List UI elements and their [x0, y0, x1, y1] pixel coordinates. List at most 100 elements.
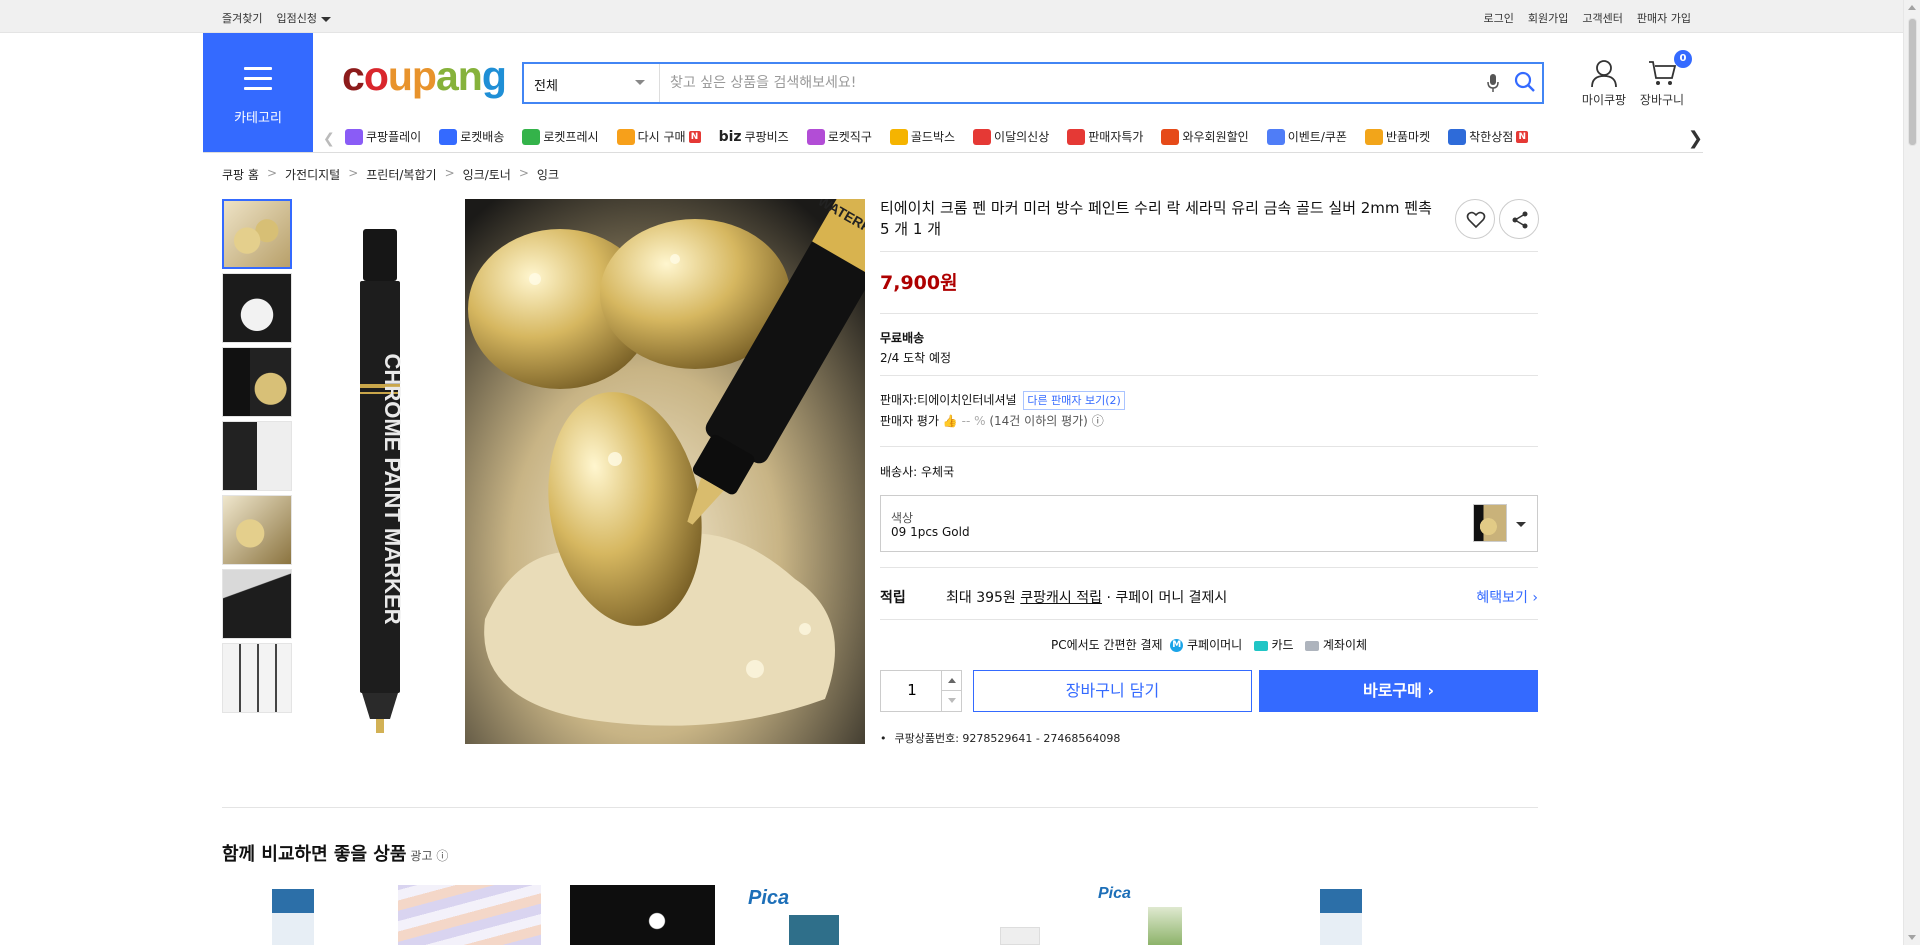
nav-prev-icon[interactable]: ❮ [323, 131, 335, 147]
option-thumbnail [1473, 504, 1507, 542]
nav-item[interactable]: 반품마켓 [1364, 128, 1431, 145]
seller-name[interactable]: 티에이치인터네셔널 [917, 393, 1016, 407]
breadcrumb-separator-icon: > [518, 166, 529, 180]
chevron-right-icon: › [1532, 590, 1538, 606]
logo-letter: u [387, 53, 413, 99]
product-main-image[interactable]: CHROME PAINT MARKER WATERPROOF [310, 199, 865, 744]
nav-item[interactable]: 판매자특가 [1067, 128, 1143, 145]
login-link[interactable]: 로그인 [1484, 10, 1514, 26]
nav-item[interactable]: 골드박스 [889, 128, 956, 145]
wishlist-button[interactable] [1455, 199, 1495, 239]
seller-apply-link[interactable]: 입점신청 [276, 10, 331, 26]
nav-item[interactable]: 로켓프레시 [522, 128, 599, 145]
scrollbar-thumb[interactable] [1908, 18, 1917, 146]
recommended-item[interactable] [570, 885, 715, 945]
thumbnail-6[interactable] [222, 569, 292, 639]
compare-section-title: 함께 비교하면 좋을 상품 광고 ⓘ [222, 840, 448, 866]
breadcrumb-item[interactable]: 가전디지털 [285, 166, 340, 183]
benefit-link[interactable]: 혜택보기 › [1476, 587, 1538, 607]
cart-label: 장바구니 [1639, 93, 1685, 107]
thumbnail-7[interactable] [222, 643, 292, 713]
thumbs-up-icon: 👍 [942, 414, 958, 428]
product-image [1000, 927, 1040, 945]
divider [880, 567, 1538, 568]
option-value: 09 1pcs Gold [891, 525, 970, 539]
category-label: 카테고리 [234, 111, 282, 126]
add-to-cart-button[interactable]: 장바구니 담기 [973, 670, 1252, 712]
thumbnail-4[interactable] [222, 421, 292, 491]
new-badge: N [688, 130, 701, 143]
nav-item[interactable]: 착한상점 N [1448, 128, 1529, 145]
benefit-label: 혜택보기 [1476, 590, 1528, 606]
nav-item-label: 골드박스 [910, 130, 956, 144]
new-icon [973, 128, 992, 145]
nav-item[interactable]: 로켓직구 [806, 128, 872, 145]
nav-item[interactable]: biz 쿠팡비즈 [719, 128, 789, 145]
reward-max: 최대 395원 [946, 590, 1016, 606]
breadcrumb-home[interactable]: 쿠팡 홈 [222, 166, 259, 183]
info-icon[interactable]: ⓘ [436, 849, 448, 863]
color-option-select[interactable]: 색상 09 1pcs Gold [880, 495, 1538, 552]
product-title: 티에이치 크롬 펜 마커 미러 방수 페인트 수리 락 세라믹 유리 금속 골드… [880, 199, 1432, 238]
scroll-up-arrow-icon[interactable] [1908, 5, 1916, 10]
breadcrumb-item[interactable]: 프린터/복합기 [366, 166, 436, 183]
nav-next-icon[interactable]: ❯ [1688, 128, 1703, 149]
nav-item[interactable]: 이달의신상 [973, 128, 1049, 145]
scroll-down-arrow-icon[interactable] [1908, 935, 1916, 940]
nav-item-label: 반품마켓 [1385, 130, 1431, 144]
gold-paint-photo: WATERPROOF [465, 199, 865, 744]
breadcrumb-item[interactable]: 잉크 [537, 166, 559, 183]
ad-label: 광고 [410, 849, 433, 863]
chevron-down-icon [1516, 522, 1526, 527]
share-button[interactable] [1499, 199, 1539, 239]
thumbnail-5[interactable] [222, 495, 292, 565]
coupang-cash-link[interactable]: 쿠팡캐시 적립 [1020, 590, 1102, 606]
quantity-decrease-icon[interactable] [941, 691, 961, 711]
bookmark-link[interactable]: 즐겨찾기 [222, 10, 262, 26]
nav-item[interactable]: 로켓배송 [439, 128, 504, 145]
search-category-select[interactable]: 전체 [524, 64, 660, 102]
info-icon[interactable]: ⓘ [1092, 414, 1104, 428]
product-image [1148, 907, 1182, 945]
recommended-item[interactable] [222, 885, 367, 945]
recommended-item[interactable]: Pica [744, 885, 889, 945]
category-menu-button[interactable]: 카테고리 [203, 33, 313, 152]
microphone-icon[interactable] [1486, 73, 1500, 96]
thumbnail-1[interactable] [222, 199, 292, 269]
breadcrumb-item[interactable]: 잉크/토너 [463, 166, 511, 183]
thumbnail-3[interactable] [222, 347, 292, 417]
signup-link[interactable]: 회원가입 [1528, 10, 1568, 26]
cart-button[interactable]: 0 장바구니 [1632, 50, 1692, 108]
arrival-date: 2/4 도착 예정 [880, 351, 952, 365]
pen-label: CHROME PAINT MARKER [380, 354, 405, 625]
nav-item[interactable]: 이벤트/쿠폰 [1266, 128, 1347, 145]
thumbnail-2[interactable] [222, 273, 292, 343]
top-utility-bar: 즐겨찾기 입점신청 로그인 회원가입 고객센터 판매자 가입 [0, 0, 1903, 33]
quantity-input[interactable] [881, 681, 943, 699]
pay-bank-label: 계좌이체 [1322, 638, 1368, 652]
return-market-icon [1364, 128, 1383, 145]
nav-item[interactable]: 다시 구매 N [616, 128, 701, 145]
recommended-item[interactable]: Pica [1095, 885, 1240, 945]
page-scrollbar[interactable] [1903, 0, 1920, 945]
nav-item[interactable]: 와우회원할인 [1161, 128, 1249, 145]
search-input[interactable] [670, 72, 1470, 94]
other-sellers-button[interactable]: 다른 판매자 보기(2) [1023, 391, 1125, 410]
customer-center-link[interactable]: 고객센터 [1582, 10, 1622, 26]
seller-info: 판매자:티에이치인터네셔널 다른 판매자 보기(2) 판매자 평가 👍 -- %… [880, 390, 1125, 432]
seller-signup-link[interactable]: 판매자 가입 [1637, 10, 1691, 26]
buy-now-button[interactable]: 바로구매 › [1259, 670, 1538, 712]
logo-letter: a [435, 53, 459, 99]
seller-deal-icon [1067, 128, 1086, 145]
recommended-item[interactable] [1270, 885, 1415, 945]
bank-transfer-icon [1305, 640, 1320, 651]
chevron-right-icon: › [1427, 681, 1435, 700]
mycoupang-button[interactable]: 마이쿠팡 [1574, 58, 1634, 108]
search-icon[interactable] [1514, 71, 1536, 96]
recommended-item[interactable] [396, 885, 541, 945]
coupang-logo[interactable]: coupang [342, 53, 507, 99]
logo-letter: p [411, 53, 437, 99]
nav-item[interactable]: 쿠팡플레이 [345, 128, 421, 145]
carrier-info: 배송사: 우체국 [880, 463, 954, 480]
quantity-increase-icon[interactable] [941, 671, 961, 691]
